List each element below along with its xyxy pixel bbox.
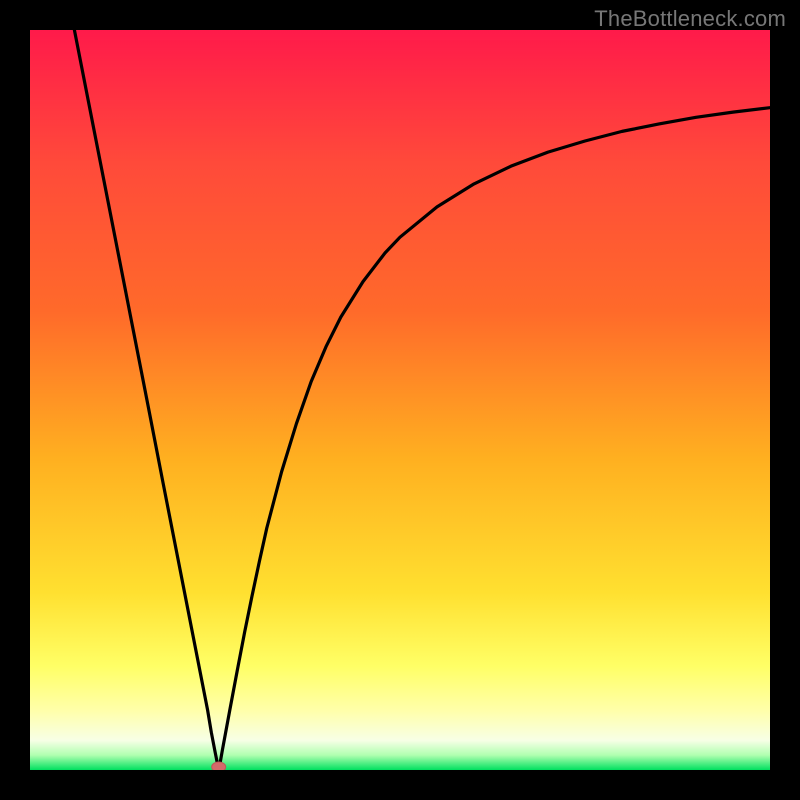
plot-area (30, 30, 770, 770)
bottleneck-chart (30, 30, 770, 770)
chart-frame: TheBottleneck.com (0, 0, 800, 800)
minimum-marker (212, 762, 226, 770)
watermark-text: TheBottleneck.com (594, 6, 786, 32)
gradient-background (30, 30, 770, 770)
